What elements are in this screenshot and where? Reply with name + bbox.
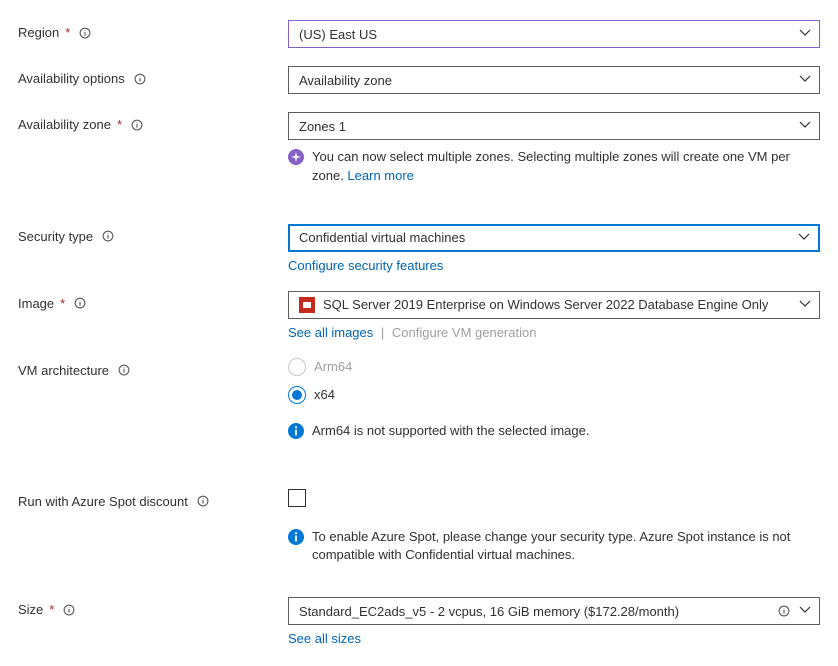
info-icon[interactable] xyxy=(196,494,210,508)
x64-radio[interactable]: x64 xyxy=(288,386,820,404)
configure-security-link[interactable]: Configure security features xyxy=(288,258,443,273)
spot-disabled-callout: To enable Azure Spot, please change your… xyxy=(288,528,820,566)
run-spot-label: Run with Azure Spot discount xyxy=(18,494,188,509)
required-indicator: * xyxy=(49,602,54,617)
availability-zone-dropdown[interactable]: Zones 1 xyxy=(288,112,820,140)
availability-options-value: Availability zone xyxy=(299,73,392,88)
image-label: Image xyxy=(18,296,54,311)
vm-architecture-radio-group: Arm64 x64 xyxy=(288,358,820,404)
chevron-down-icon xyxy=(799,27,811,42)
info-filled-icon xyxy=(288,423,304,439)
required-indicator: * xyxy=(117,117,122,132)
availability-zone-value: Zones 1 xyxy=(299,119,346,134)
see-all-sizes-link[interactable]: See all sizes xyxy=(288,631,361,646)
learn-more-link[interactable]: Learn more xyxy=(347,168,413,183)
availability-options-dropdown[interactable]: Availability zone xyxy=(288,66,820,94)
see-all-images-link[interactable]: See all images xyxy=(288,325,373,340)
spot-disabled-text: To enable Azure Spot, please change your… xyxy=(312,528,820,566)
x64-radio-label: x64 xyxy=(314,387,335,402)
separator: | xyxy=(381,325,384,340)
required-indicator: * xyxy=(65,25,70,40)
size-label: Size xyxy=(18,602,43,617)
arm64-radio-label: Arm64 xyxy=(314,359,352,374)
info-icon[interactable] xyxy=(78,26,92,40)
required-indicator: * xyxy=(60,296,65,311)
security-type-value: Confidential virtual machines xyxy=(299,230,465,245)
info-icon[interactable] xyxy=(73,296,87,310)
chevron-down-icon xyxy=(799,73,811,88)
region-value: (US) East US xyxy=(299,27,377,42)
info-icon[interactable] xyxy=(130,118,144,132)
image-value: SQL Server 2019 Enterprise on Windows Se… xyxy=(323,297,768,312)
info-icon[interactable] xyxy=(133,72,147,86)
radio-circle xyxy=(288,358,306,376)
security-type-dropdown[interactable]: Confidential virtual machines xyxy=(288,224,820,252)
info-icon[interactable] xyxy=(117,363,131,377)
availability-options-label: Availability options xyxy=(18,71,125,86)
arm-not-supported-callout: Arm64 is not supported with the selected… xyxy=(288,422,820,441)
chevron-down-icon xyxy=(798,230,810,245)
info-icon[interactable] xyxy=(777,604,791,618)
chevron-down-icon xyxy=(799,297,811,312)
size-value: Standard_EC2ads_v5 - 2 vcpus, 16 GiB mem… xyxy=(299,604,679,619)
security-type-label: Security type xyxy=(18,229,93,244)
region-label: Region xyxy=(18,25,59,40)
announcement-icon xyxy=(288,149,304,165)
arm64-radio: Arm64 xyxy=(288,358,820,376)
multizone-callout: You can now select multiple zones. Selec… xyxy=(288,148,820,186)
chevron-down-icon xyxy=(799,604,811,619)
vm-architecture-label: VM architecture xyxy=(18,363,109,378)
info-filled-icon xyxy=(288,529,304,545)
availability-zone-label: Availability zone xyxy=(18,117,111,132)
region-dropdown[interactable]: (US) East US xyxy=(288,20,820,48)
arm-not-supported-text: Arm64 is not supported with the selected… xyxy=(312,422,589,441)
configure-vm-generation-disabled: Configure VM generation xyxy=(392,325,537,340)
radio-circle xyxy=(288,386,306,404)
size-dropdown[interactable]: Standard_EC2ads_v5 - 2 vcpus, 16 GiB mem… xyxy=(288,597,820,625)
image-dropdown[interactable]: SQL Server 2019 Enterprise on Windows Se… xyxy=(288,291,820,319)
info-icon[interactable] xyxy=(101,229,115,243)
chevron-down-icon xyxy=(799,119,811,134)
info-icon[interactable] xyxy=(62,603,76,617)
sql-server-icon xyxy=(299,297,315,313)
run-spot-checkbox[interactable] xyxy=(288,489,306,507)
